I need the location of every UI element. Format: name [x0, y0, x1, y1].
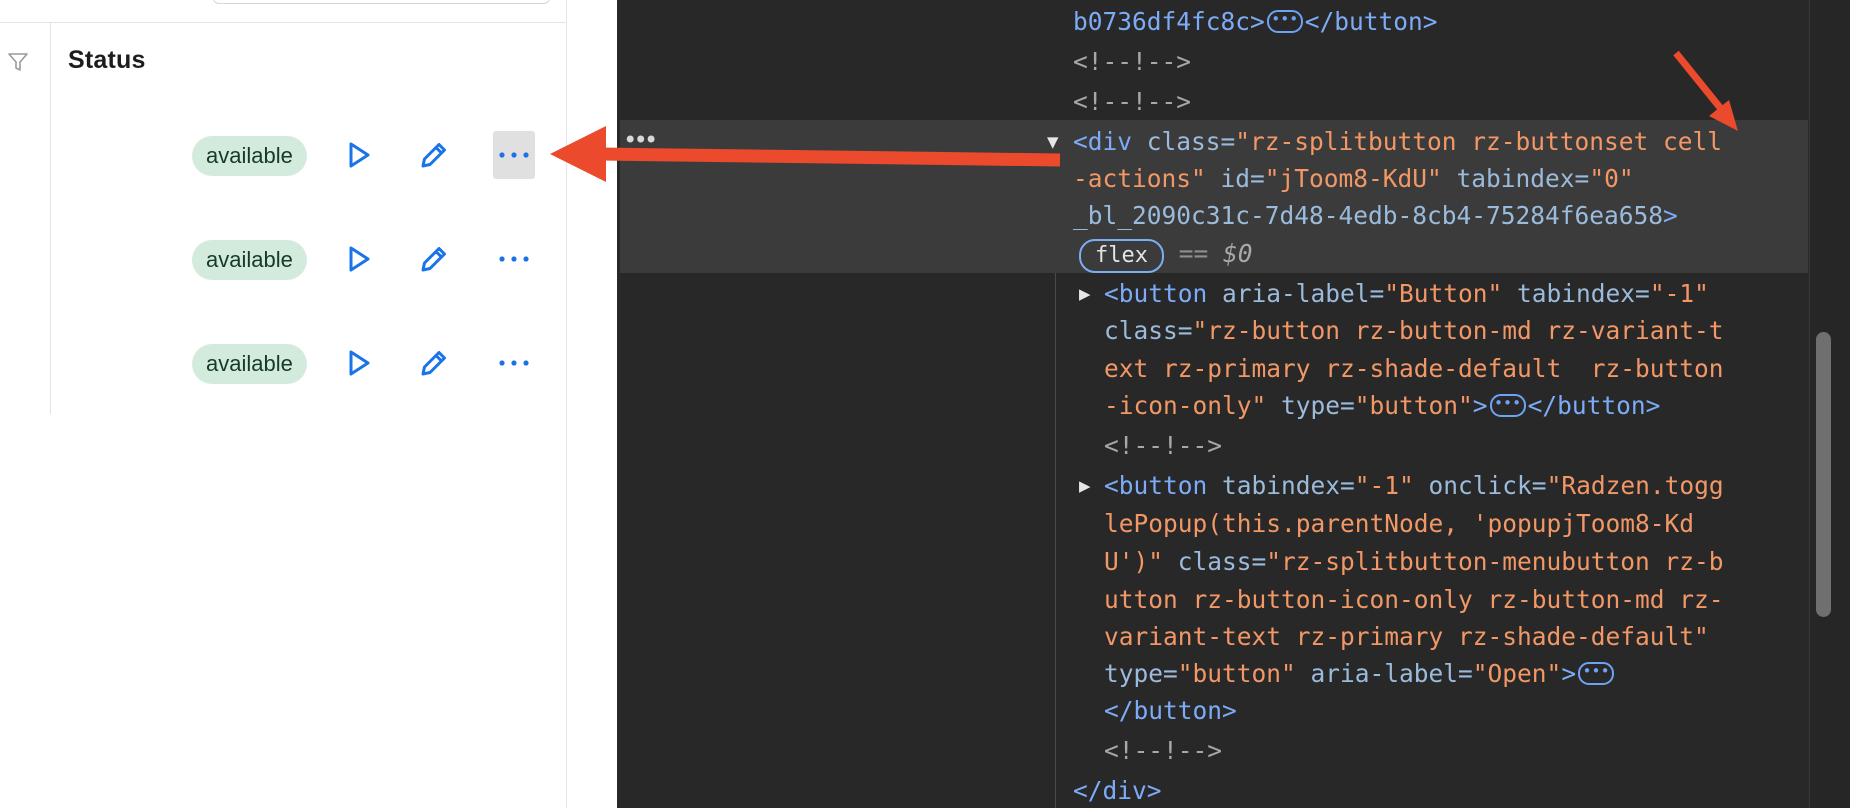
edit-button[interactable]	[413, 235, 455, 283]
table-row: available	[0, 127, 566, 187]
expand-triangle-closed[interactable]: ▶	[1079, 276, 1090, 312]
dom-line[interactable]: lePopup(this.parentNode, 'popupjToom8-Kd	[1104, 506, 1694, 542]
dom-line[interactable]: </button>	[1104, 693, 1237, 729]
status-badge: available	[192, 240, 307, 280]
more-horizontal-icon	[499, 152, 529, 158]
dom-line-selected[interactable]: flex == $0	[1079, 236, 1253, 273]
dom-comment[interactable]: <!--!-->	[1073, 84, 1191, 120]
dom-line[interactable]: U')" class="rz-splitbutton-menubutton rz…	[1104, 544, 1724, 580]
status-badge: available	[192, 136, 307, 176]
edit-button[interactable]	[413, 131, 455, 179]
table-row: available	[0, 335, 566, 395]
status-column-header[interactable]: Status	[68, 46, 146, 75]
flex-badge[interactable]: flex	[1079, 239, 1164, 273]
pencil-icon	[421, 143, 446, 168]
pencil-icon	[421, 351, 446, 376]
play-icon	[349, 350, 370, 376]
data-grid-pane: Status available available available	[0, 0, 567, 808]
status-badge: available	[192, 344, 307, 384]
more-actions-button[interactable]	[493, 131, 535, 179]
dom-line-selected[interactable]: <div class="rz-splitbutton rz-buttonset …	[1073, 124, 1722, 160]
dom-comment[interactable]: <!--!-->	[1073, 44, 1191, 80]
devtools-elements-panel: ••• b0736df4fc8c> ••• </button> <!--!--> <…	[617, 0, 1850, 808]
dom-line-selected[interactable]: -actions" id="jToom8-KdU" tabindex="0"	[1073, 161, 1634, 197]
dom-line[interactable]: <button tabindex="-1" onclick="Radzen.to…	[1104, 468, 1724, 504]
scrollbar-thumb[interactable]	[1816, 332, 1831, 617]
pencil-icon	[421, 247, 446, 272]
dom-line[interactable]: </div>	[1073, 773, 1162, 809]
dom-line[interactable]: ext rz-primary rz-shade-default rz-butto…	[1104, 351, 1724, 387]
tree-guide-line	[1055, 273, 1056, 808]
play-icon	[349, 246, 370, 272]
edit-button[interactable]	[413, 339, 455, 387]
dom-line[interactable]: variant-text rz-primary rz-shade-default…	[1104, 619, 1709, 655]
more-actions-button[interactable]	[493, 235, 535, 283]
collapsed-content-badge[interactable]: •••	[1489, 393, 1526, 417]
play-icon	[349, 142, 370, 168]
dom-comment[interactable]: <!--!-->	[1104, 733, 1222, 769]
expand-triangle-closed[interactable]: ▶	[1079, 468, 1090, 504]
dom-line[interactable]: -icon-only" type="button"> ••• </button>	[1104, 388, 1660, 424]
pane-gap	[567, 0, 617, 808]
dom-comment[interactable]: <!--!-->	[1104, 428, 1222, 464]
expand-triangle-open[interactable]: ▼	[1047, 124, 1058, 160]
play-button[interactable]	[338, 339, 380, 387]
collapsed-content-badge[interactable]: •••	[1266, 9, 1303, 33]
dom-line-selected[interactable]: _bl_2090c31c-7d48-4edb-8cb4-75284f6ea658…	[1073, 198, 1678, 234]
more-actions-button[interactable]	[493, 339, 535, 387]
dom-line[interactable]: type="button" aria-label="Open"> •••	[1104, 656, 1616, 692]
filter-icon[interactable]	[6, 50, 30, 74]
play-button[interactable]	[338, 131, 380, 179]
collapsed-content-badge[interactable]: •••	[1578, 661, 1615, 685]
more-horizontal-icon	[499, 256, 529, 262]
play-button[interactable]	[338, 235, 380, 283]
dom-line[interactable]: b0736df4fc8c> ••• </button>	[1073, 4, 1438, 40]
table-row: available	[0, 231, 566, 291]
dom-line[interactable]: utton rz-button-icon-only rz-button-md r…	[1104, 582, 1724, 618]
header-divider	[0, 22, 566, 23]
dom-line[interactable]: <button aria-label="Button" tabindex="-1…	[1104, 276, 1709, 312]
search-input[interactable]	[213, 0, 550, 4]
dom-line[interactable]: class="rz-button rz-button-md rz-variant…	[1104, 313, 1724, 349]
node-actions-ellipsis[interactable]: •••	[623, 128, 658, 152]
more-horizontal-icon	[499, 360, 529, 366]
